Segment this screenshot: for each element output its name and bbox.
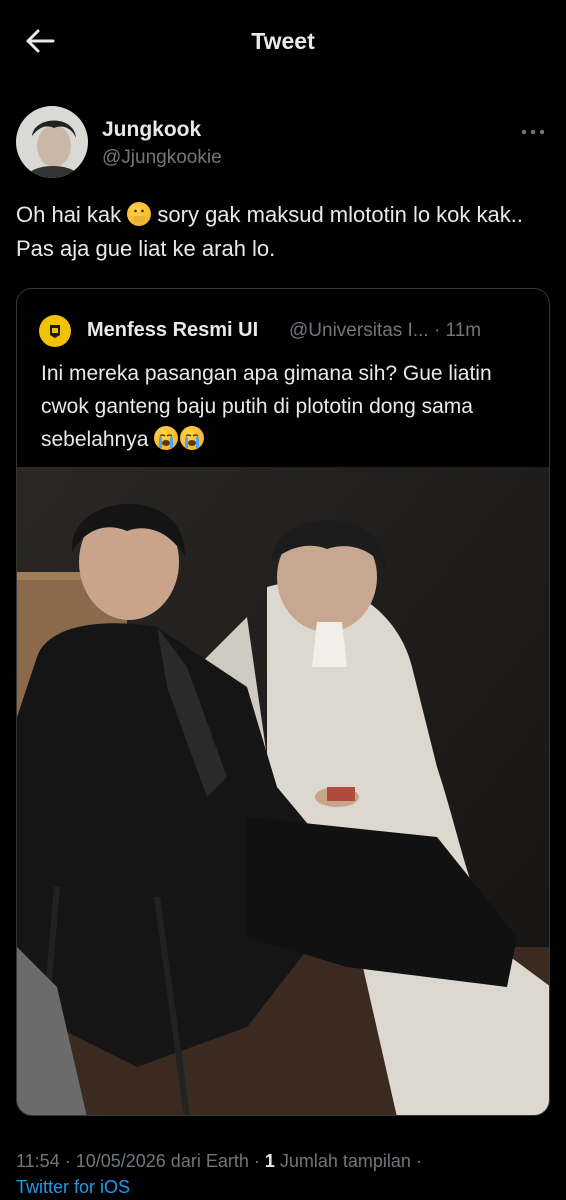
author-handle[interactable]: @Jjungkookie: [102, 147, 222, 169]
tweet-author: Jungkook @Jjungkookie: [16, 106, 550, 186]
top-bar: Tweet: [0, 0, 566, 84]
quote-separator: ·: [433, 320, 441, 341]
more-horizontal-icon: [521, 129, 545, 135]
quote-text: Ini mereka pasangan apa gimana sih? Gue …: [41, 357, 531, 456]
author-name[interactable]: Jungkook: [102, 118, 201, 142]
quote-time: 11m: [445, 320, 482, 341]
page-title: Tweet: [251, 28, 315, 54]
avatar-image: [16, 106, 88, 178]
crying-face-emoji-icon-2: [180, 426, 205, 450]
tweet-date: 10/05/2026 dari Earth: [75, 1151, 249, 1171]
avatar[interactable]: [16, 106, 88, 178]
quote-avatar[interactable]: [39, 315, 71, 347]
tweet-meta-footer: 11:54 · 10/05/2026 dari Earth · 1 Jumlah…: [16, 1148, 556, 1200]
quote-author-name[interactable]: Menfess Resmi UI: [87, 319, 258, 342]
quote-meta: @Universitas I... · 11m: [289, 320, 481, 342]
tweet-time: 11:54: [16, 1151, 60, 1171]
quote-author-handle[interactable]: @Universitas I...: [289, 320, 429, 341]
photo-image: [17, 467, 549, 1115]
separator: ·: [59, 1151, 76, 1171]
views-label[interactable]: Jumlah tampilan: [275, 1151, 411, 1171]
tweet-text-part1: Oh hai kak: [16, 202, 128, 227]
separator: ·: [248, 1151, 265, 1171]
hand-over-mouth-emoji-icon: [127, 202, 152, 226]
quote-photo[interactable]: [17, 467, 549, 1115]
quote-text-body: Ini mereka pasangan apa gimana sih? Gue …: [41, 362, 492, 451]
views-count: 1: [264, 1151, 275, 1171]
tweet-text: Oh hai kak sory gak maksud mlototin lo k…: [16, 198, 550, 266]
university-logo-icon: [44, 320, 66, 342]
separator: ·: [410, 1151, 422, 1171]
quoted-tweet-card[interactable]: Menfess Resmi UI @Universitas I... · 11m…: [16, 288, 550, 1116]
source-link[interactable]: Twitter for iOS: [16, 1177, 130, 1197]
more-button[interactable]: [516, 120, 550, 144]
crying-face-emoji-icon: [154, 426, 179, 450]
